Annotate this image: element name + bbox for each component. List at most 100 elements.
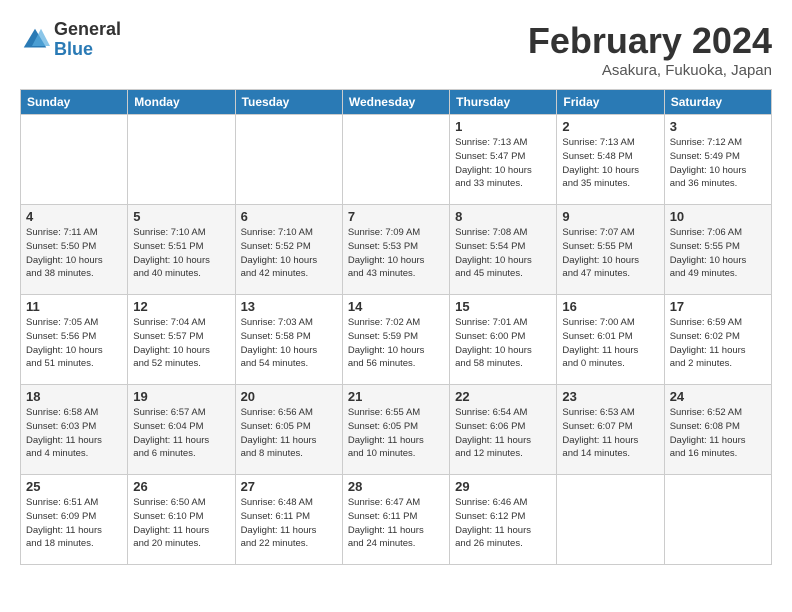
calendar-cell: 26 Sunrise: 6:50 AM Sunset: 6:10 PM Dayli… [128,475,235,565]
title-block: February 2024 Asakura, Fukuoka, Japan [528,20,772,79]
weekday-header-row: SundayMondayTuesdayWednesdayThursdayFrid… [21,90,772,115]
day-info: Sunrise: 7:13 AM Sunset: 5:47 PM Dayligh… [455,136,551,191]
calendar-week-row: 11 Sunrise: 7:05 AM Sunset: 5:56 PM Dayli… [21,295,772,385]
calendar-cell: 16 Sunrise: 7:00 AM Sunset: 6:01 PM Dayli… [557,295,664,385]
logo-general: General [54,20,121,40]
calendar-cell: 3 Sunrise: 7:12 AM Sunset: 5:49 PM Daylig… [664,115,771,205]
calendar-cell: 27 Sunrise: 6:48 AM Sunset: 6:11 PM Dayli… [235,475,342,565]
day-number: 25 [26,479,122,494]
calendar-cell: 21 Sunrise: 6:55 AM Sunset: 6:05 PM Dayli… [342,385,449,475]
calendar-cell: 20Sunrise: 6:56 AM Sunset: 6:05 PM Dayli… [235,385,342,475]
calendar-cell: 15 Sunrise: 7:01 AM Sunset: 6:00 PM Dayli… [450,295,557,385]
day-number: 4 [26,209,122,224]
page-header: General Blue February 2024 Asakura, Fuku… [20,20,772,79]
calendar-cell: 6 Sunrise: 7:10 AM Sunset: 5:52 PM Daylig… [235,205,342,295]
calendar-cell: 19 Sunrise: 6:57 AM Sunset: 6:04 PM Dayli… [128,385,235,475]
day-info: Sunrise: 6:47 AM Sunset: 6:11 PM Dayligh… [348,496,444,551]
calendar-cell: 23 Sunrise: 6:53 AM Sunset: 6:07 PM Dayli… [557,385,664,475]
calendar-cell [557,475,664,565]
calendar-cell: 9Sunrise: 7:07 AM Sunset: 5:55 PM Daylig… [557,205,664,295]
calendar-cell: 14Sunrise: 7:02 AM Sunset: 5:59 PM Dayli… [342,295,449,385]
day-number: 6 [241,209,337,224]
calendar-cell [21,115,128,205]
day-number: 26 [133,479,229,494]
calendar-cell: 29 Sunrise: 6:46 AM Sunset: 6:12 PM Dayli… [450,475,557,565]
day-info: Sunrise: 7:05 AM Sunset: 5:56 PM Dayligh… [26,316,122,371]
day-info: Sunrise: 7:00 AM Sunset: 6:01 PM Dayligh… [562,316,658,371]
day-info: Sunrise: 6:55 AM Sunset: 6:05 PM Dayligh… [348,406,444,461]
calendar-cell: 10Sunrise: 7:06 AM Sunset: 5:55 PM Dayli… [664,205,771,295]
calendar-cell [342,115,449,205]
calendar-cell: 4 Sunrise: 7:11 AM Sunset: 5:50 PM Daylig… [21,205,128,295]
day-number: 28 [348,479,444,494]
day-info: Sunrise: 6:59 AM Sunset: 6:02 PM Dayligh… [670,316,766,371]
calendar-cell [235,115,342,205]
weekday-header: Thursday [450,90,557,115]
day-info: Sunrise: 7:08 AM Sunset: 5:54 PM Dayligh… [455,226,551,281]
weekday-header: Monday [128,90,235,115]
day-number: 18 [26,389,122,404]
day-info: Sunrise: 7:06 AM Sunset: 5:55 PM Dayligh… [670,226,766,281]
weekday-header: Saturday [664,90,771,115]
logo-blue: Blue [54,40,121,60]
calendar-cell [128,115,235,205]
calendar-cell: 1Sunrise: 7:13 AM Sunset: 5:47 PM Daylig… [450,115,557,205]
day-info: Sunrise: 6:48 AM Sunset: 6:11 PM Dayligh… [241,496,337,551]
day-number: 29 [455,479,551,494]
day-info: Sunrise: 6:46 AM Sunset: 6:12 PM Dayligh… [455,496,551,551]
day-number: 24 [670,389,766,404]
calendar-cell: 11 Sunrise: 7:05 AM Sunset: 5:56 PM Dayli… [21,295,128,385]
weekday-header: Sunday [21,90,128,115]
day-number: 27 [241,479,337,494]
calendar-cell: 5Sunrise: 7:10 AM Sunset: 5:51 PM Daylig… [128,205,235,295]
day-info: Sunrise: 6:57 AM Sunset: 6:04 PM Dayligh… [133,406,229,461]
day-info: Sunrise: 6:50 AM Sunset: 6:10 PM Dayligh… [133,496,229,551]
calendar-week-row: 4 Sunrise: 7:11 AM Sunset: 5:50 PM Daylig… [21,205,772,295]
weekday-header: Wednesday [342,90,449,115]
day-number: 21 [348,389,444,404]
day-number: 7 [348,209,444,224]
day-info: Sunrise: 6:52 AM Sunset: 6:08 PM Dayligh… [670,406,766,461]
calendar-cell: 28 Sunrise: 6:47 AM Sunset: 6:11 PM Dayli… [342,475,449,565]
day-info: Sunrise: 6:56 AM Sunset: 6:05 PM Dayligh… [241,406,337,461]
calendar-week-row: 1Sunrise: 7:13 AM Sunset: 5:47 PM Daylig… [21,115,772,205]
calendar-table: SundayMondayTuesdayWednesdayThursdayFrid… [20,89,772,565]
day-number: 15 [455,299,551,314]
day-number: 16 [562,299,658,314]
day-info: Sunrise: 7:10 AM Sunset: 5:51 PM Dayligh… [133,226,229,281]
day-number: 8 [455,209,551,224]
day-number: 23 [562,389,658,404]
day-info: Sunrise: 7:10 AM Sunset: 5:52 PM Dayligh… [241,226,337,281]
day-number: 19 [133,389,229,404]
calendar-cell: 17 Sunrise: 6:59 AM Sunset: 6:02 PM Dayli… [664,295,771,385]
day-info: Sunrise: 7:09 AM Sunset: 5:53 PM Dayligh… [348,226,444,281]
day-number: 2 [562,119,658,134]
day-info: Sunrise: 7:11 AM Sunset: 5:50 PM Dayligh… [26,226,122,281]
calendar-cell: 8 Sunrise: 7:08 AM Sunset: 5:54 PM Daylig… [450,205,557,295]
calendar-cell: 24 Sunrise: 6:52 AM Sunset: 6:08 PM Dayli… [664,385,771,475]
day-number: 14 [348,299,444,314]
day-number: 17 [670,299,766,314]
day-info: Sunrise: 6:51 AM Sunset: 6:09 PM Dayligh… [26,496,122,551]
calendar-cell: 2Sunrise: 7:13 AM Sunset: 5:48 PM Daylig… [557,115,664,205]
calendar-week-row: 18 Sunrise: 6:58 AM Sunset: 6:03 PM Dayli… [21,385,772,475]
page-title: February 2024 [528,20,772,62]
calendar-cell: 18 Sunrise: 6:58 AM Sunset: 6:03 PM Dayli… [21,385,128,475]
day-number: 12 [133,299,229,314]
day-info: Sunrise: 6:58 AM Sunset: 6:03 PM Dayligh… [26,406,122,461]
calendar-cell: 25 Sunrise: 6:51 AM Sunset: 6:09 PM Dayli… [21,475,128,565]
day-number: 3 [670,119,766,134]
weekday-header: Friday [557,90,664,115]
day-info: Sunrise: 7:07 AM Sunset: 5:55 PM Dayligh… [562,226,658,281]
logo: General Blue [20,20,121,60]
calendar-cell: 22Sunrise: 6:54 AM Sunset: 6:06 PM Dayli… [450,385,557,475]
day-info: Sunrise: 6:53 AM Sunset: 6:07 PM Dayligh… [562,406,658,461]
day-info: Sunrise: 7:03 AM Sunset: 5:58 PM Dayligh… [241,316,337,371]
day-number: 11 [26,299,122,314]
day-info: Sunrise: 7:12 AM Sunset: 5:49 PM Dayligh… [670,136,766,191]
day-number: 22 [455,389,551,404]
page-subtitle: Asakura, Fukuoka, Japan [528,62,772,79]
day-info: Sunrise: 7:04 AM Sunset: 5:57 PM Dayligh… [133,316,229,371]
calendar-cell: 13Sunrise: 7:03 AM Sunset: 5:58 PM Dayli… [235,295,342,385]
day-info: Sunrise: 7:01 AM Sunset: 6:00 PM Dayligh… [455,316,551,371]
